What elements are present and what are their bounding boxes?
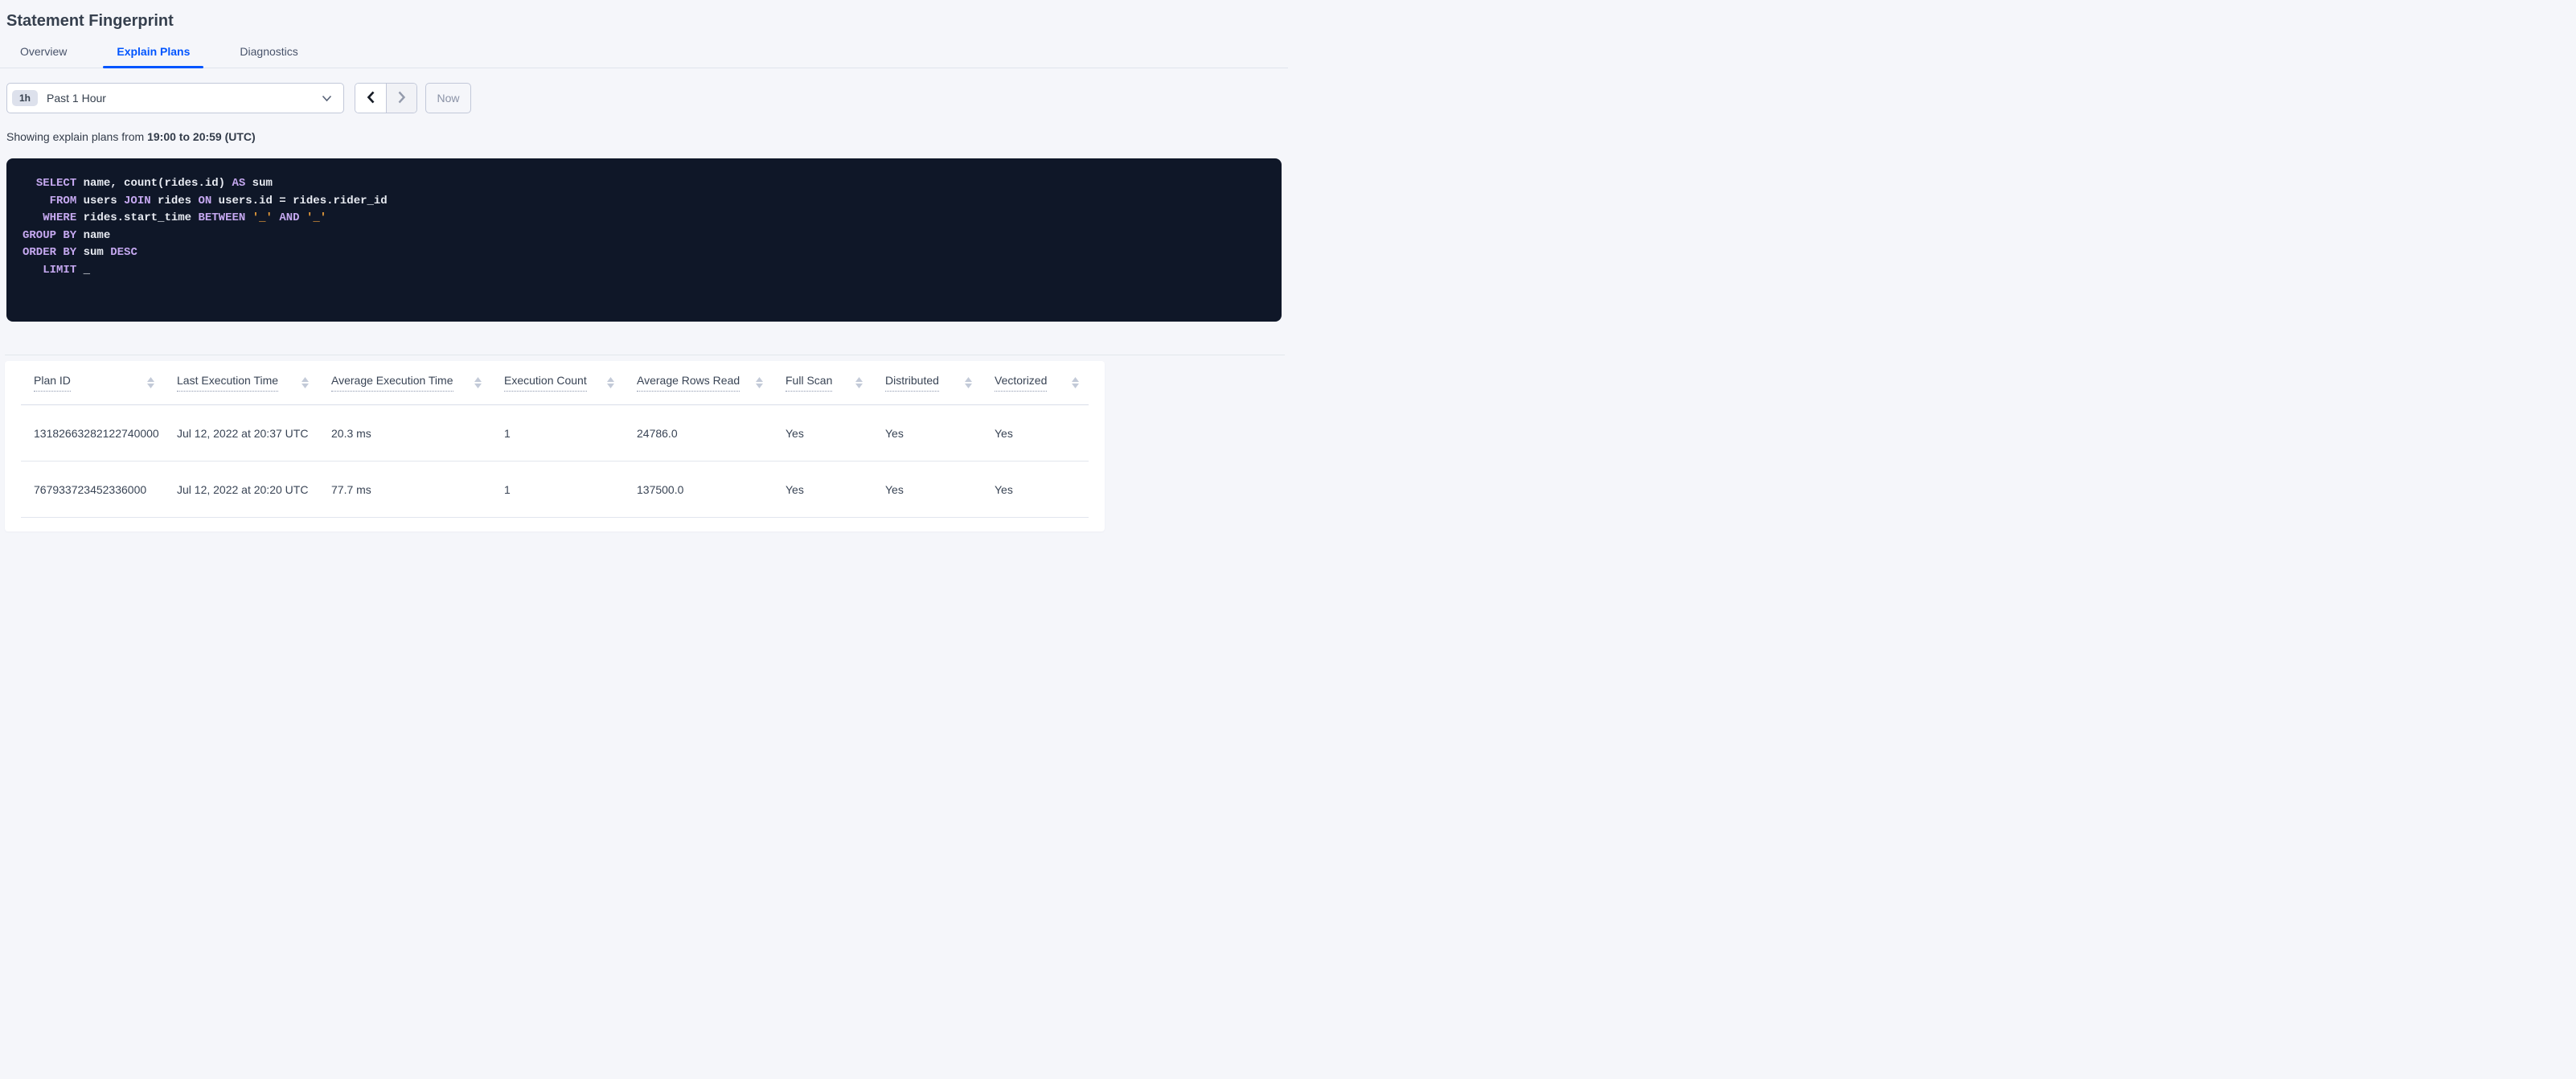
statement-fingerprint-page: Statement Fingerprint Overview Explain Pl… [0,0,1288,540]
column-header-label: Last Execution Time [177,374,279,392]
column-header-label: Plan ID [34,374,71,392]
time-range-badge: 1h [12,90,39,106]
now-button[interactable]: Now [425,83,471,113]
table-row[interactable]: 13182663282122740000 Jul 12, 2022 at 20:3… [21,405,1089,462]
showing-range-bold: 19:00 to 20:59 (UTC) [147,130,256,143]
sort-icon[interactable] [1072,377,1079,388]
cell-average-execution-time: 77.7 ms [331,482,371,496]
column-header-vectorized[interactable]: Vectorized [982,374,1089,392]
sql-line: ORDER BY sum DESC [23,246,137,260]
column-header-last-execution-time[interactable]: Last Execution Time [164,374,318,392]
cell-average-rows-read: 24786.0 [637,426,678,440]
tab-bar: Overview Explain Plans Diagnostics [0,43,1288,68]
sql-statement-box: SELECT name, count(rides.id) AS sum FROM… [6,158,1282,322]
cell-plan-id: 13182663282122740000 [34,426,159,440]
table-header-row: Plan ID Last Execution Time Average Execut… [21,361,1089,405]
cell-execution-count: 1 [504,482,511,496]
sort-icon[interactable] [474,377,482,388]
page-title: Statement Fingerprint [6,12,174,30]
tab-label: Diagnostics [240,45,298,58]
cell-execution-count: 1 [504,426,511,440]
column-header-plan-id[interactable]: Plan ID [21,374,164,392]
table-row[interactable]: 767933723452336000 Jul 12, 2022 at 20:20 … [21,462,1089,518]
column-header-label: Average Rows Read [637,374,740,392]
sql-line: SELECT name, count(rides.id) AS sum [35,177,273,190]
sql-line: FROM users JOIN rides ON users.id = ride… [49,194,388,207]
tab-overview[interactable]: Overview [6,43,80,68]
cell-full-scan: Yes [786,426,804,440]
column-header-label: Full Scan [786,374,833,392]
column-header-label: Average Execution Time [331,374,453,392]
showing-range-text: Showing explain plans from 19:00 to 20:5… [6,130,1288,144]
prev-range-button[interactable] [355,84,386,113]
time-range-dropdown[interactable]: 1h Past 1 Hour [6,83,344,113]
cell-last-execution-time: Jul 12, 2022 at 20:20 UTC [177,482,309,496]
time-range-label: Past 1 Hour [47,92,106,105]
column-header-label: Distributed [885,374,939,392]
cell-average-rows-read: 137500.0 [637,482,684,496]
sort-icon[interactable] [301,377,309,388]
cell-distributed: Yes [885,426,904,440]
explain-plans-table-card: Plan ID Last Execution Time Average Execut… [5,361,1105,531]
cell-average-execution-time: 20.3 ms [331,426,371,440]
tab-explain-plans[interactable]: Explain Plans [103,43,204,68]
chevron-down-icon [322,95,332,102]
sort-icon[interactable] [147,377,154,388]
column-header-full-scan[interactable]: Full Scan [773,374,872,392]
table-body: 13182663282122740000 Jul 12, 2022 at 20:3… [21,405,1089,518]
sort-icon[interactable] [855,377,863,388]
column-header-label: Vectorized [995,374,1048,392]
time-range-arrows [355,83,417,113]
cell-vectorized: Yes [995,426,1013,440]
sql-line: WHERE rides.start_time BETWEEN '_' AND '… [43,211,327,225]
sort-icon[interactable] [607,377,614,388]
column-header-average-rows-read[interactable]: Average Rows Read [624,374,773,392]
column-header-execution-count[interactable]: Execution Count [491,374,624,392]
sort-icon[interactable] [965,377,972,388]
sql-line: GROUP BY name [23,228,111,242]
cell-vectorized: Yes [995,482,1013,496]
time-toolbar: 1h Past 1 Hour Now [6,83,1288,113]
sort-icon[interactable] [756,377,763,388]
tab-label: Overview [20,45,68,58]
tab-diagnostics[interactable]: Diagnostics [226,43,311,68]
next-range-button[interactable] [386,84,416,113]
cell-full-scan: Yes [786,482,804,496]
active-tab-underline [103,66,204,68]
tab-label: Explain Plans [117,45,191,58]
cell-plan-id: 767933723452336000 [34,482,147,496]
chevron-left-icon [367,91,375,106]
showing-prefix: Showing explain plans from [6,130,148,143]
sql-line: LIMIT _ [43,263,91,277]
column-header-average-execution-time[interactable]: Average Execution Time [318,374,491,392]
column-header-distributed[interactable]: Distributed [872,374,982,392]
cell-last-execution-time: Jul 12, 2022 at 20:37 UTC [177,426,309,440]
chevron-right-icon [397,91,406,106]
column-header-label: Execution Count [504,374,587,392]
cell-distributed: Yes [885,482,904,496]
